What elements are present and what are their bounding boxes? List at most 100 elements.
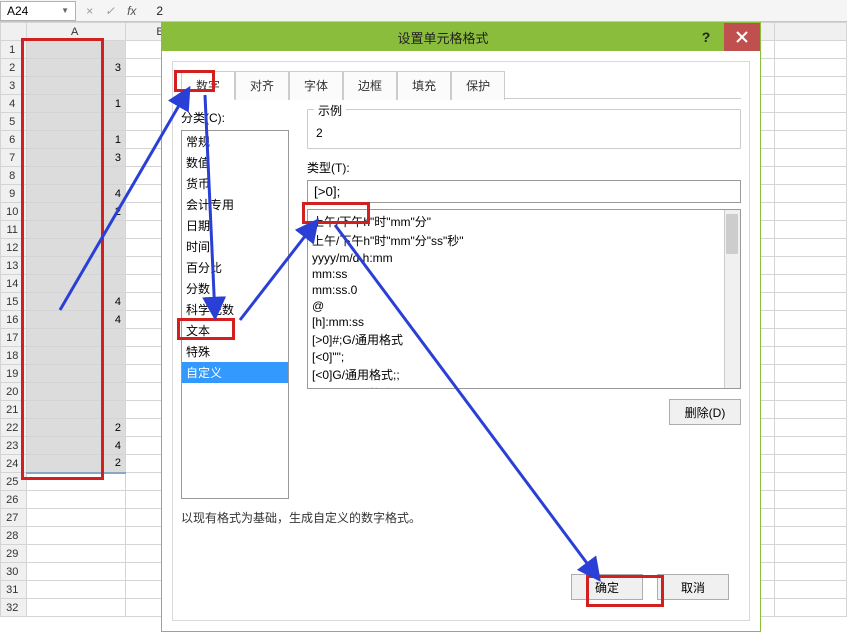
row-header[interactable]: 19: [1, 365, 27, 383]
cell[interactable]: [774, 401, 846, 419]
cell[interactable]: [27, 581, 126, 599]
chevron-down-icon[interactable]: ▼: [61, 6, 69, 15]
cell[interactable]: 4: [27, 437, 126, 455]
row-header[interactable]: 8: [1, 167, 27, 185]
row-header[interactable]: 29: [1, 545, 27, 563]
cell[interactable]: [774, 113, 846, 131]
cancel-button[interactable]: 取消: [657, 574, 729, 600]
format-item[interactable]: mm:ss.0: [312, 282, 736, 298]
row-header[interactable]: 15: [1, 293, 27, 311]
row-header[interactable]: 6: [1, 131, 27, 149]
format-item[interactable]: [>0]G/通用格式;: [312, 384, 736, 389]
row-header[interactable]: 21: [1, 401, 27, 419]
cell[interactable]: [27, 509, 126, 527]
cell[interactable]: [27, 329, 126, 347]
corner-cell[interactable]: [1, 23, 27, 41]
tab-对齐[interactable]: 对齐: [235, 71, 289, 100]
cell[interactable]: [774, 419, 846, 437]
tab-数字[interactable]: 数字: [181, 71, 235, 100]
cell[interactable]: 4: [27, 311, 126, 329]
cell[interactable]: [774, 545, 846, 563]
format-item[interactable]: 上午/下午h"时"mm"分": [312, 212, 736, 231]
row-header[interactable]: 26: [1, 491, 27, 509]
cell[interactable]: [774, 275, 846, 293]
cell[interactable]: [774, 59, 846, 77]
cell[interactable]: [27, 257, 126, 275]
cell[interactable]: [27, 491, 126, 509]
cell[interactable]: [27, 527, 126, 545]
cell[interactable]: [774, 455, 846, 473]
row-header[interactable]: 32: [1, 599, 27, 617]
scrollbar-thumb[interactable]: [726, 214, 738, 254]
cell[interactable]: [774, 185, 846, 203]
row-header[interactable]: 9: [1, 185, 27, 203]
cell[interactable]: [774, 293, 846, 311]
cell[interactable]: [27, 77, 126, 95]
row-header[interactable]: 17: [1, 329, 27, 347]
cell[interactable]: 2: [27, 419, 126, 437]
row-header[interactable]: 4: [1, 95, 27, 113]
row-header[interactable]: 27: [1, 509, 27, 527]
category-item[interactable]: 日期: [182, 215, 288, 236]
cell[interactable]: [774, 41, 846, 59]
cell[interactable]: [774, 149, 846, 167]
column-header[interactable]: A: [27, 23, 126, 41]
cell[interactable]: [774, 563, 846, 581]
format-item[interactable]: @: [312, 298, 736, 314]
ok-button[interactable]: 确定: [571, 574, 643, 600]
row-header[interactable]: 13: [1, 257, 27, 275]
cell[interactable]: [774, 257, 846, 275]
cell[interactable]: [774, 347, 846, 365]
row-header[interactable]: 10: [1, 203, 27, 221]
cell[interactable]: [774, 581, 846, 599]
row-header[interactable]: 18: [1, 347, 27, 365]
format-item[interactable]: [<0]"";: [312, 349, 736, 365]
cell[interactable]: [774, 95, 846, 113]
cell[interactable]: [27, 401, 126, 419]
row-header[interactable]: 5: [1, 113, 27, 131]
cell[interactable]: [27, 347, 126, 365]
tab-保护[interactable]: 保护: [451, 71, 505, 100]
cell[interactable]: 2: [27, 455, 126, 473]
format-item[interactable]: 上午/下午h"时"mm"分"ss"秒": [312, 231, 736, 250]
cell[interactable]: [27, 41, 126, 59]
cell[interactable]: [774, 437, 846, 455]
name-box[interactable]: A24 ▼: [0, 1, 76, 21]
category-item[interactable]: 文本: [182, 320, 288, 341]
row-header[interactable]: 30: [1, 563, 27, 581]
row-header[interactable]: 7: [1, 149, 27, 167]
cell[interactable]: [27, 275, 126, 293]
cell[interactable]: 2: [27, 203, 126, 221]
cell[interactable]: [27, 365, 126, 383]
format-item[interactable]: mm:ss: [312, 266, 736, 282]
cell[interactable]: [774, 203, 846, 221]
category-item[interactable]: 科学记数: [182, 299, 288, 320]
cell[interactable]: [774, 383, 846, 401]
format-item[interactable]: [h]:mm:ss: [312, 314, 736, 330]
cell[interactable]: [27, 221, 126, 239]
cell[interactable]: [27, 563, 126, 581]
fx-icon[interactable]: fx: [127, 4, 136, 18]
category-item[interactable]: 货币: [182, 173, 288, 194]
cell[interactable]: [774, 77, 846, 95]
row-header[interactable]: 11: [1, 221, 27, 239]
cell[interactable]: [774, 509, 846, 527]
format-list[interactable]: 上午/下午h"时"mm"分"上午/下午h"时"mm"分"ss"秒"yyyy/m/…: [307, 209, 741, 389]
cell[interactable]: 1: [27, 95, 126, 113]
cell[interactable]: [774, 221, 846, 239]
row-header[interactable]: 23: [1, 437, 27, 455]
category-item[interactable]: 分数: [182, 278, 288, 299]
close-button[interactable]: [724, 23, 760, 51]
cell[interactable]: 1: [27, 131, 126, 149]
delete-button[interactable]: 删除(D): [669, 399, 741, 425]
row-header[interactable]: 1: [1, 41, 27, 59]
cell[interactable]: [774, 239, 846, 257]
row-header[interactable]: 16: [1, 311, 27, 329]
cell[interactable]: 3: [27, 149, 126, 167]
cell[interactable]: [774, 131, 846, 149]
row-header[interactable]: 22: [1, 419, 27, 437]
cancel-icon[interactable]: ×: [86, 4, 93, 18]
cell[interactable]: 3: [27, 59, 126, 77]
cell[interactable]: [774, 167, 846, 185]
cell[interactable]: [27, 545, 126, 563]
